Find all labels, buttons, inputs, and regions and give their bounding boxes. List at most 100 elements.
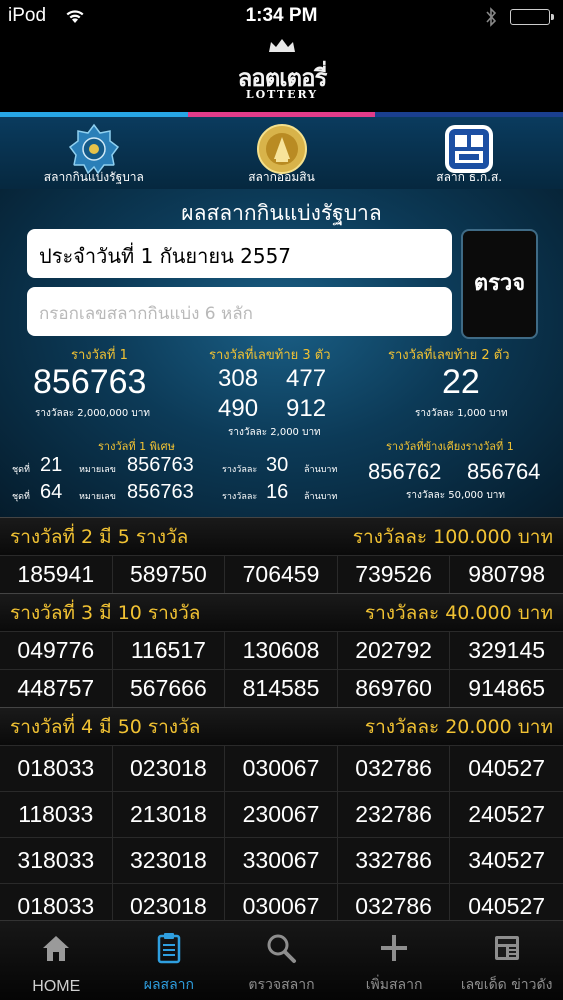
- tab-label: เพิ่มสลาก: [365, 977, 423, 993]
- prize-number: 814585: [225, 670, 338, 707]
- tab-label: สลาก ธ.ก.ส.: [436, 170, 503, 184]
- last3-prize-amount: รางวัลละ 2,000 บาท: [228, 427, 321, 438]
- amount-label: รางวัลละ: [222, 492, 258, 502]
- prize-number: 230067: [225, 792, 338, 837]
- prize-number: 739526: [338, 556, 451, 593]
- prize-number: 980798: [468, 561, 546, 587]
- prize-number: 323018: [113, 838, 226, 883]
- special-prize-label: รางวัลที่ 1 พิเศษ: [98, 440, 175, 453]
- prize-number: 116517: [113, 632, 226, 669]
- section-amount: รางวัลละ 20.000 บาท: [364, 715, 553, 738]
- prize-number: 202792: [338, 632, 451, 669]
- prize-number: 330067: [225, 838, 338, 883]
- draw-date-selector[interactable]: ประจำวันที่ 1 กันยายน 2557: [27, 229, 452, 278]
- tab-home[interactable]: HOME: [0, 921, 113, 1000]
- section-title: รางวัลที่ 2 มี 5 รางวัล: [10, 525, 189, 548]
- bluetooth-icon: [486, 7, 497, 27]
- number-row: 448757 567666 814585 869760 914865: [0, 669, 563, 707]
- tab-label: HOME: [32, 978, 81, 995]
- prize-number: 318033: [0, 838, 113, 883]
- number-row: 118033 213018 230067 232786 240527: [0, 791, 563, 837]
- prize-number: 185941: [0, 556, 113, 593]
- section-amount: รางวัลละ 40.000 บาท: [364, 601, 553, 624]
- panel-title: ผลสลากกินแบ่งรัฐบาล: [181, 201, 382, 225]
- check-button[interactable]: ตรวจ: [461, 229, 538, 339]
- prize-number: 018033: [0, 884, 113, 920]
- section-header: รางวัลที่ 2 มี 5 รางวัล รางวัลละ 100.000…: [0, 517, 563, 555]
- prize-number: 118033: [0, 792, 113, 837]
- prize-number: 023018: [113, 884, 226, 920]
- section-header: รางวัลที่ 4 มี 50 รางวัล รางวัลละ 20.000…: [0, 707, 563, 745]
- prize-number: 032786: [338, 746, 451, 791]
- near-prize-amount: รางวัลละ 50,000 บาท: [406, 490, 506, 501]
- tab-label: ตรวจสลาก: [248, 977, 315, 993]
- last3-prize-label: รางวัลที่เลขท้าย 3 ตัว: [209, 348, 331, 363]
- ticket-number-input[interactable]: กรอกเลขสลากกินแบ่ง 6 หลัก: [27, 287, 452, 336]
- first-prize-number: 856763: [33, 363, 147, 401]
- prize-list[interactable]: รางวัลที่ 2 มี 5 รางวัล รางวัลละ 100.000…: [0, 517, 563, 920]
- plus-icon: [381, 935, 408, 961]
- prize-number: 329145: [468, 637, 546, 663]
- tab-baac-lottery[interactable]: สลาก ธ.ก.ส.: [375, 117, 563, 189]
- battery-icon: [510, 9, 554, 25]
- prize-number: 049776: [0, 632, 113, 669]
- set-number: 64: [40, 481, 63, 503]
- number-row: 018033 023018 030067 032786 040527: [0, 745, 563, 791]
- bottom-tab-bar: HOME ผลสลาก ตรวจสลาก เพิ่มสลาก เลขเด็ด ข…: [0, 920, 563, 1000]
- tab-government-lottery[interactable]: สลากกินแบ่งรัฐบาล: [0, 117, 188, 189]
- near-prize-label: รางวัลที่ข้างเคียงรางวัลที่ 1: [386, 440, 514, 453]
- last3-number: 308: [218, 365, 259, 392]
- number-label: หมายเลข: [79, 492, 116, 502]
- prize-number: 232786: [338, 792, 451, 837]
- special-amount: 16: [266, 481, 289, 503]
- tab-news[interactable]: เลขเด็ด ข่าวดัง: [450, 921, 563, 1000]
- near-number: 856764: [467, 459, 541, 484]
- last2-number: 22: [442, 363, 480, 401]
- number-row: 185941 589750 706459 739526 980798: [0, 555, 563, 593]
- magnifier-icon: [267, 934, 297, 963]
- prize-number: 130608: [225, 632, 338, 669]
- set-label: ชุดที่: [12, 465, 30, 475]
- results-panel: ผลสลากกินแบ่งรัฐบาล ประจำวันที่ 1 กันยาย…: [0, 189, 563, 517]
- lottery-logo: ลอตเตอรี่ LOTTERY: [227, 38, 337, 110]
- prize-number: 030067: [225, 884, 338, 920]
- prize-number: 448757: [0, 670, 113, 707]
- tab-add[interactable]: เพิ่มสลาก: [338, 921, 451, 1000]
- amount-unit: ล้านบาท: [304, 465, 338, 475]
- prize-number: 567666: [113, 670, 226, 707]
- last3-number: 490: [218, 395, 259, 422]
- prize-number: 032786: [338, 884, 451, 920]
- clipboard-icon: [157, 933, 181, 964]
- prize-number: 030067: [225, 746, 338, 791]
- prize-number: 340527: [468, 847, 546, 873]
- crown-icon: [269, 39, 295, 52]
- prize-number: 589750: [113, 556, 226, 593]
- prize-number: 914865: [468, 675, 546, 701]
- clock: 1:34 PM: [245, 5, 318, 26]
- tab-check[interactable]: ตรวจสลาก: [225, 921, 338, 1000]
- prize-number: 332786: [338, 838, 451, 883]
- prize-number: 240527: [468, 801, 546, 827]
- amount-label: รางวัลละ: [222, 465, 258, 475]
- status-bar: iPod 1:34 PM: [0, 0, 563, 34]
- prize-number: 706459: [225, 556, 338, 593]
- set-number: 21: [40, 454, 63, 476]
- tab-gsb-lottery[interactable]: สลากออมสิน: [188, 117, 376, 189]
- amount-unit: ล้านบาท: [304, 492, 338, 502]
- last2-prize-label: รางวัลที่เลขท้าย 2 ตัว: [388, 348, 510, 363]
- number-row: 318033 323018 330067 332786 340527: [0, 837, 563, 883]
- set-label: ชุดที่: [12, 492, 30, 502]
- near-number: 856762: [368, 459, 442, 484]
- first-prize-amount: รางวัลละ 2,000,000 บาท: [35, 408, 150, 419]
- news-icon: [494, 936, 519, 960]
- section-title: รางวัลที่ 3 มี 10 รางวัล: [10, 601, 201, 624]
- tab-label: เลขเด็ด ข่าวดัง: [460, 977, 553, 993]
- prize-number: 040527: [468, 893, 546, 919]
- tab-results[interactable]: ผลสลาก: [113, 921, 226, 1000]
- special-amount: 30: [266, 454, 289, 476]
- tab-label: สลากออมสิน: [248, 170, 315, 184]
- logo-english-text: LOTTERY: [245, 88, 319, 101]
- special-number: 856763: [127, 454, 194, 476]
- number-row: 049776 116517 130608 202792 329145: [0, 631, 563, 669]
- first-prize-label: รางวัลที่ 1: [71, 348, 128, 363]
